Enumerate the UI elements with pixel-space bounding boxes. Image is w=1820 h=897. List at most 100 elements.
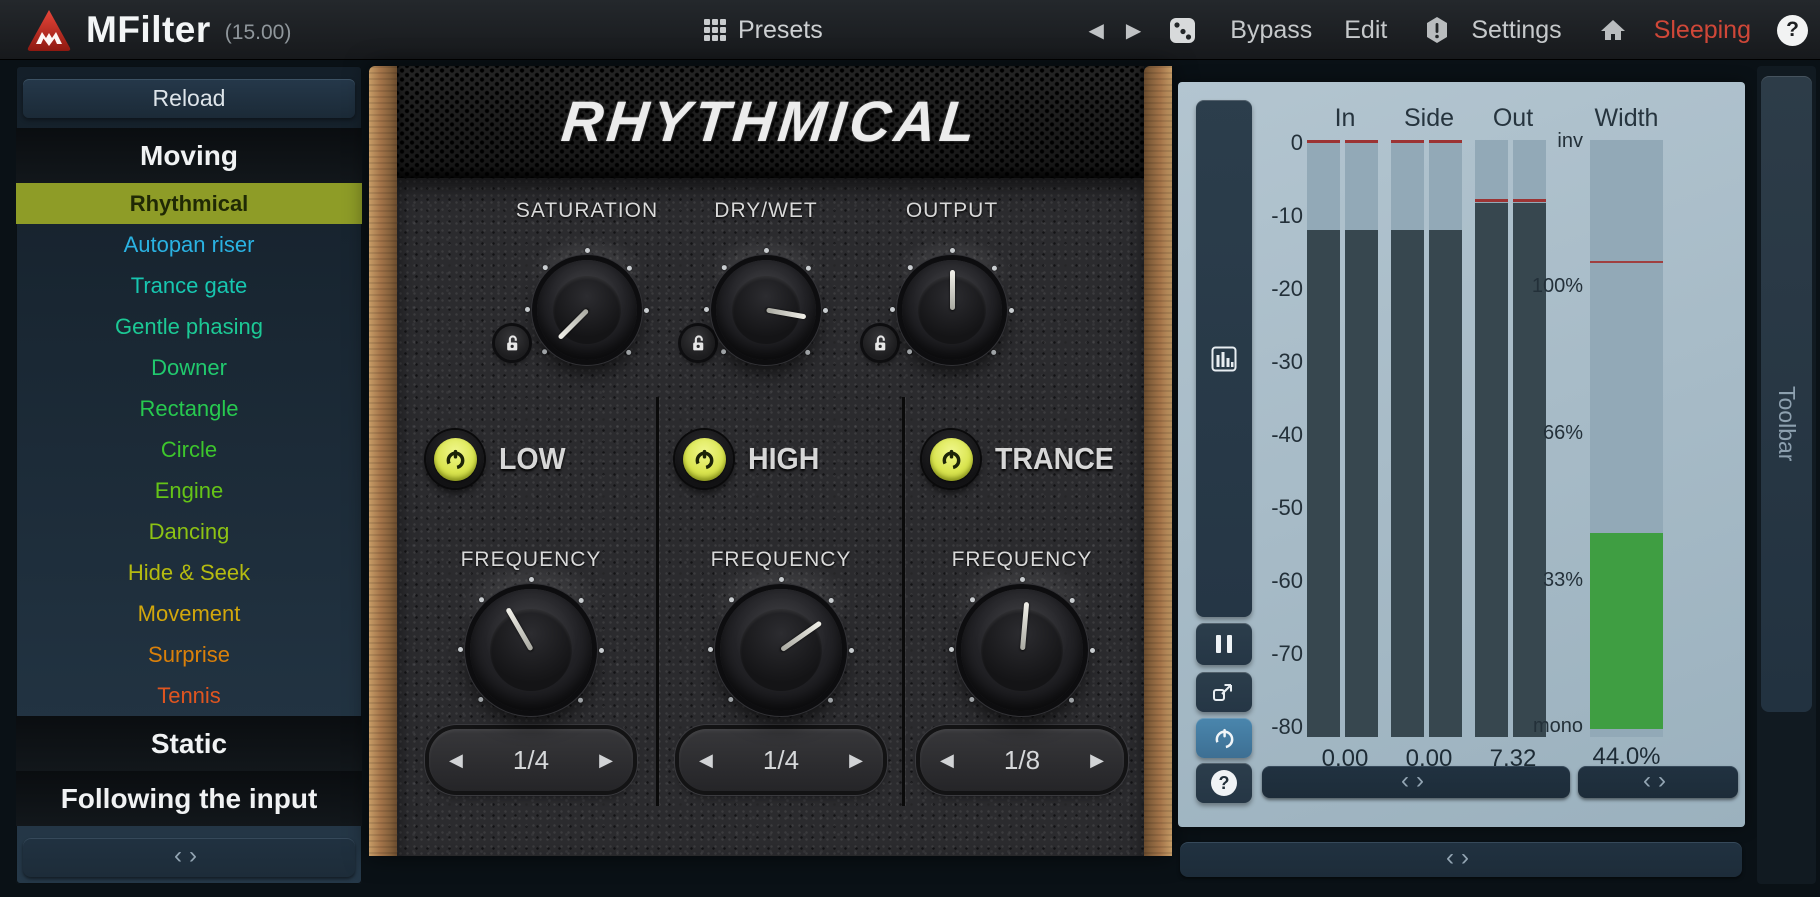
meter-panel: ? 0-10-20-30-40-50-60-70-80 In0.00Side0.… <box>1178 82 1745 827</box>
meter-column-label: Out <box>1475 104 1551 133</box>
meter-group-in: In0.00 <box>1307 140 1383 737</box>
toolbar-expand-button[interactable]: Toolbar <box>1761 76 1812 712</box>
power-face <box>434 438 477 481</box>
trance-power-button[interactable] <box>922 430 980 488</box>
selector-left-arrow[interactable]: ◀ <box>699 750 713 771</box>
saturation-knob[interactable] <box>537 260 637 360</box>
preset-item-engine[interactable]: Engine <box>16 470 362 511</box>
meter-peak-line <box>1391 140 1424 143</box>
band-divider <box>902 397 905 806</box>
scroll-glyph: ‹› <box>1401 767 1431 795</box>
db-scale-label: -70 <box>1178 641 1303 667</box>
width-scale-label: inv <box>1498 130 1583 153</box>
scroll-glyph: ‹› <box>1446 844 1476 872</box>
device-title: RHYTHMICAL <box>559 89 983 155</box>
high-frequency-knob[interactable] <box>720 589 842 711</box>
high-rate-selector[interactable]: ◀ 1/4 ▶ <box>679 729 883 791</box>
toolbar-strip: Toolbar <box>1757 66 1816 884</box>
output-knob[interactable] <box>902 260 1002 360</box>
db-scale-label: -60 <box>1178 568 1303 594</box>
plugin-window: MFilter (15.00) Presets ◀ ▶ Bypass Edit <box>0 0 1820 897</box>
db-scale-label: -10 <box>1178 203 1303 229</box>
high-power-button[interactable] <box>675 430 733 488</box>
preset-item-tennis[interactable]: Tennis <box>16 675 362 716</box>
meter-lane <box>1345 140 1378 737</box>
preset-item-rhythmical[interactable]: Rhythmical <box>16 183 362 224</box>
low-rate-selector[interactable]: ◀ 1/4 ▶ <box>429 729 633 791</box>
top-controls: ◀ ▶ Bypass Edit Settings Sleeping ? <box>1088 0 1808 60</box>
scroll-glyph: ‹› <box>174 842 204 870</box>
warning-icon[interactable] <box>1425 16 1449 44</box>
meters-help-button[interactable]: ? <box>1196 763 1252 803</box>
sidebar-horizontal-scrollbar[interactable]: ‹› <box>23 838 355 877</box>
meter-bar-fill <box>1345 230 1378 737</box>
saturation-lock-button[interactable] <box>495 326 529 360</box>
lock-open-icon <box>873 335 888 352</box>
db-scale-label: -40 <box>1178 422 1303 448</box>
reload-button[interactable]: Reload <box>23 79 355 118</box>
band-name: HIGH <box>748 441 819 477</box>
home-icon[interactable] <box>1600 18 1626 42</box>
width-bar-fill <box>1590 533 1663 729</box>
popout-meters-button[interactable] <box>1196 672 1252 712</box>
power-icon <box>444 448 467 471</box>
width-meter-label: Width <box>1590 104 1663 133</box>
knob-cap <box>961 589 1083 711</box>
meter-peak-line <box>1345 140 1378 143</box>
help-button[interactable]: ? <box>1777 15 1808 46</box>
preset-item-gentle-phasing[interactable]: Gentle phasing <box>16 306 362 347</box>
meter-peak-line <box>1475 199 1508 202</box>
preset-item-hide-seek[interactable]: Hide & Seek <box>16 552 362 593</box>
band-name: TRANCE <box>995 441 1114 477</box>
trance-rate-selector[interactable]: ◀ 1/8 ▶ <box>920 729 1124 791</box>
width-scale-label: 66% <box>1498 422 1583 445</box>
drywet-knob[interactable] <box>716 260 816 360</box>
selector-left-arrow[interactable]: ◀ <box>449 750 463 771</box>
preset-group-header-static[interactable]: Static <box>16 716 362 771</box>
width-peak-line <box>1590 261 1663 263</box>
wood-rail-left <box>369 66 397 856</box>
next-preset-button[interactable]: ▶ <box>1126 18 1141 43</box>
preset-item-autopan-riser[interactable]: Autopan riser <box>16 224 362 265</box>
width-horizontal-scrollbar[interactable]: ‹› <box>1578 766 1738 798</box>
preset-sidebar: Reload MovingRhythmicalAutopan riserTran… <box>16 66 362 884</box>
status-sleeping-label[interactable]: Sleeping <box>1654 16 1751 45</box>
meters-horizontal-scrollbar[interactable]: ‹› <box>1262 766 1570 798</box>
output-lock-button[interactable] <box>863 326 897 360</box>
preset-group-header-following-the-input[interactable]: Following the input <box>16 771 362 826</box>
db-scale-label: -80 <box>1178 714 1303 740</box>
preset-item-trance-gate[interactable]: Trance gate <box>16 265 362 306</box>
bypass-button[interactable]: Bypass <box>1230 16 1312 45</box>
presets-button[interactable]: Presets <box>703 0 823 60</box>
meter-bar-fill <box>1391 230 1424 737</box>
power-icon <box>940 448 963 471</box>
expand-window-icon <box>1212 680 1236 704</box>
selector-right-arrow[interactable]: ▶ <box>1090 750 1104 771</box>
preset-item-dancing[interactable]: Dancing <box>16 511 362 552</box>
lock-open-icon <box>505 335 520 352</box>
low-frequency-knob[interactable] <box>470 589 592 711</box>
selector-right-arrow[interactable]: ▶ <box>599 750 613 771</box>
preset-item-rectangle[interactable]: Rectangle <box>16 388 362 429</box>
preset-item-downer[interactable]: Downer <box>16 347 362 388</box>
db-scale-label: -50 <box>1178 495 1303 521</box>
titlebar: MFilter (15.00) Presets ◀ ▶ Bypass Edit <box>0 0 1820 60</box>
melda-logo-icon <box>26 8 72 52</box>
preset-item-surprise[interactable]: Surprise <box>16 634 362 675</box>
scroll-glyph: ‹› <box>1643 767 1673 795</box>
meter-panel-bottom-scrollbar[interactable]: ‹› <box>1180 842 1742 877</box>
meter-lane <box>1391 140 1424 737</box>
trance-frequency-knob[interactable] <box>961 589 1083 711</box>
preset-item-circle[interactable]: Circle <box>16 429 362 470</box>
preset-group-header-moving[interactable]: Moving <box>16 128 362 183</box>
preset-item-movement[interactable]: Movement <box>16 593 362 634</box>
drywet-lock-button[interactable] <box>681 326 715 360</box>
selector-right-arrow[interactable]: ▶ <box>849 750 863 771</box>
randomize-dice-icon[interactable] <box>1169 17 1196 44</box>
edit-button[interactable]: Edit <box>1344 16 1387 45</box>
selector-left-arrow[interactable]: ◀ <box>940 750 954 771</box>
settings-button[interactable]: Settings <box>1471 16 1561 45</box>
prev-preset-button[interactable]: ◀ <box>1088 18 1103 43</box>
meter-column-label: Side <box>1391 104 1467 133</box>
low-power-button[interactable] <box>426 430 484 488</box>
